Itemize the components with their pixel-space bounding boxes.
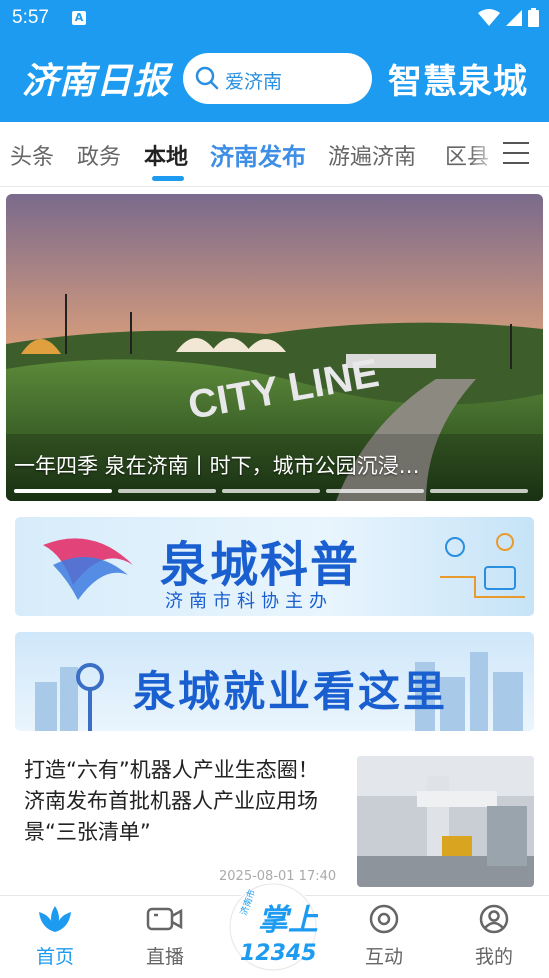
banner-carousel[interactable]: CITY LINE 一年四季 泉在济南丨时下，城市公园沉浸…: [6, 194, 543, 501]
news-list-item[interactable]: 打造“六有”机器人产业生态圈！济南发布首批机器人产业应用场景“三张清单” 202…: [0, 745, 549, 895]
article-thumbnail: [357, 756, 534, 887]
ad-title: 泉城就业看这里: [133, 667, 449, 716]
search-icon: [195, 66, 219, 90]
nav-live[interactable]: 直播: [125, 904, 205, 969]
video-camera-icon: [146, 907, 183, 931]
article-title: 打造“六有”机器人产业生态圈！济南发布首批机器人产业应用场景“三张清单”: [24, 758, 319, 844]
nav-label: 首页: [35, 946, 74, 968]
lotus-icon: [39, 906, 71, 932]
tab-travel-jinan[interactable]: 游遍济南: [328, 139, 416, 171]
science-popularization-ad[interactable]: 泉城科普 济南市科协主办: [15, 517, 534, 616]
nav-mine[interactable]: 我的: [454, 904, 534, 969]
active-tab-indicator: [152, 176, 184, 181]
carousel-dot[interactable]: [14, 489, 112, 493]
ribbon-logo-icon: [43, 538, 133, 600]
nav-home[interactable]: 首页: [15, 904, 95, 969]
tab-local[interactable]: 本地: [144, 139, 188, 171]
employment-ad[interactable]: 泉城就业看这里: [15, 632, 534, 731]
status-bar: 5:57 A: [0, 0, 549, 36]
carousel-dot[interactable]: [118, 489, 216, 493]
tab-headlines[interactable]: 头条: [10, 139, 54, 171]
banner-caption: 一年四季 泉在济南丨时下，城市公园沉浸…: [14, 454, 420, 478]
ad-subtitle: 济南市科协主办: [165, 591, 333, 612]
carousel-dot[interactable]: [430, 489, 528, 493]
chat-bubble-icon: [369, 904, 399, 934]
notification-icon: A: [72, 11, 86, 25]
badge-main-text: 掌上: [258, 903, 318, 938]
user-icon: [479, 904, 509, 934]
circuit-decor-icon: [440, 533, 525, 598]
signal-icon: [506, 9, 522, 26]
smart-quancheng-logo: 智慧泉城: [388, 62, 528, 102]
search-placeholder: 爱济南: [225, 71, 283, 93]
ad-title: 泉城科普: [160, 537, 361, 593]
tab-government[interactable]: 政务: [77, 139, 121, 171]
palm-12345-button[interactable]: 济南市 掌上 12345: [228, 882, 319, 972]
nav-label: 直播: [145, 946, 184, 968]
carousel-dot[interactable]: [326, 489, 424, 493]
palm-12345-icon: 济南市 掌上 12345: [229, 883, 319, 971]
tab-jinan-release[interactable]: 济南发布: [210, 137, 306, 172]
carousel-indicators: [14, 489, 528, 493]
nav-interaction[interactable]: 互动: [344, 904, 424, 969]
battery-icon: [528, 8, 539, 27]
wifi-icon: [478, 8, 500, 26]
search-input[interactable]: 爱济南: [183, 53, 372, 104]
nav-label: 我的: [474, 946, 513, 968]
nav-label: 互动: [364, 946, 403, 968]
channel-tabs: 头条 政务 本地 济南发布 游遍济南 区县: [0, 122, 549, 187]
jinan-daily-logo: 济南日报: [22, 60, 171, 102]
tab-fade: [470, 122, 500, 184]
app-header: 济南日报 爱济南 智慧泉城: [0, 36, 549, 122]
carousel-dot[interactable]: [222, 489, 320, 493]
menu-icon[interactable]: [503, 142, 529, 172]
status-time: 5:57: [12, 7, 49, 28]
badge-number: 12345: [240, 941, 317, 966]
